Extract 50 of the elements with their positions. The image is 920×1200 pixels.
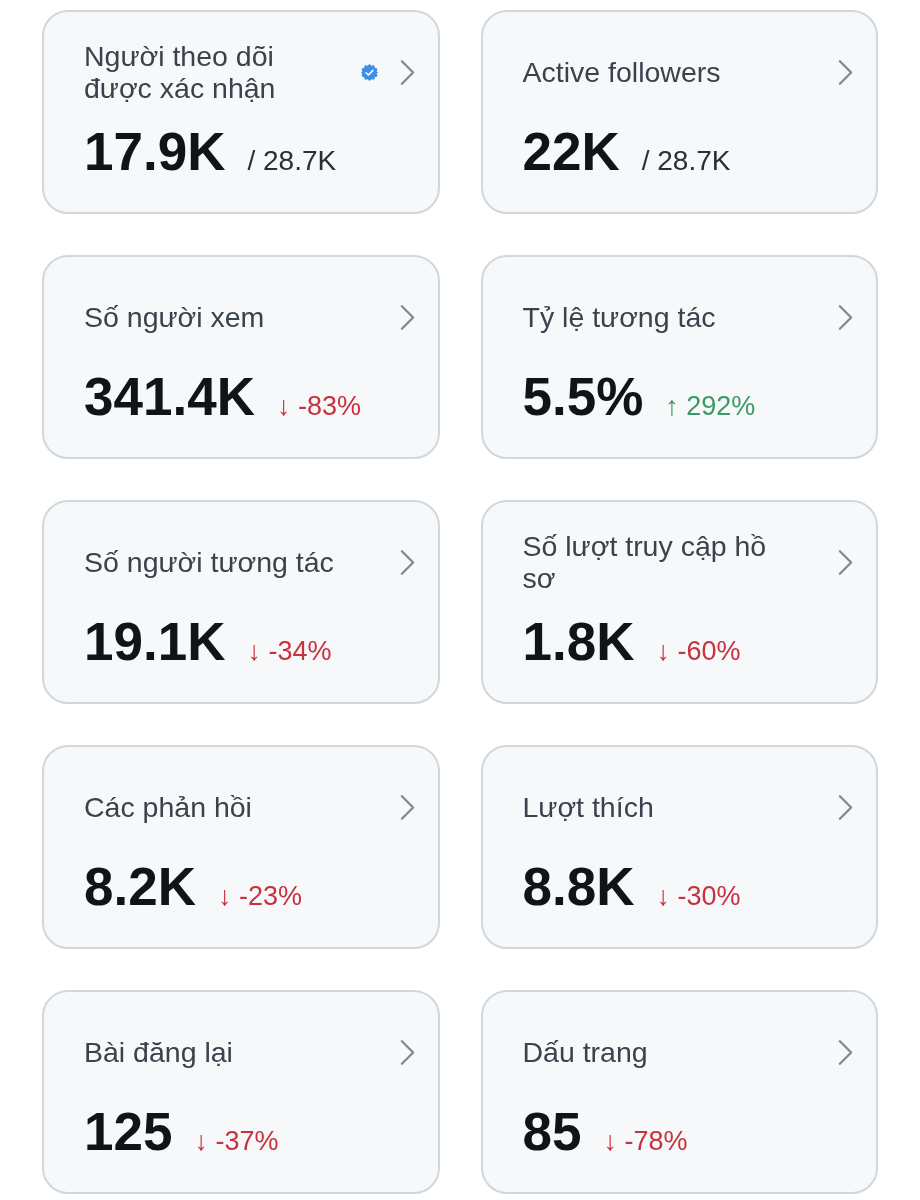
stat-value: 1.8K (522, 612, 635, 672)
stat-title: Dấu trang (522, 1036, 648, 1068)
stat-card[interactable]: Số lượt truy cập hồ sơ 1.8K ↓ -60% (480, 500, 878, 704)
stat-value: 22K (522, 122, 620, 182)
stat-card[interactable]: Bài đăng lại 125 ↓ -37% (42, 990, 440, 1194)
chevron-right-icon (838, 548, 853, 576)
stat-card[interactable]: Số người xem 341.4K ↓ -83% (42, 255, 440, 459)
stat-title: Số người tương tác (84, 546, 334, 578)
stat-title: Người theo dõi được xác nhận (84, 40, 277, 104)
stat-title: Lượt thích (522, 791, 654, 823)
stat-value: 17.9K (84, 122, 226, 182)
stat-card[interactable]: Người theo dõi được xác nhận 17.9K / 28.7K (42, 10, 440, 214)
stat-change: ↓ -60% (656, 636, 741, 667)
chevron-right-icon (838, 58, 853, 86)
stat-card[interactable]: Dấu trang 85 ↓ -78% (480, 990, 878, 1194)
stat-value: 85 (522, 1102, 582, 1162)
stat-card[interactable]: Active followers 22K / 28.7K (480, 10, 878, 214)
chevron-right-icon (399, 548, 415, 576)
stat-change: ↓ -34% (247, 636, 332, 667)
stat-title: Tỷ lệ tương tác (522, 301, 716, 333)
stat-change: ↓ -83% (276, 391, 361, 422)
stat-title: Active followers (522, 56, 721, 88)
stat-total: / 28.7K (641, 145, 731, 177)
stat-total: / 28.7K (247, 145, 337, 177)
stat-value: 8.8K (522, 857, 635, 917)
chevron-right-icon (838, 1038, 853, 1066)
stat-value: 125 (84, 1102, 173, 1162)
stat-value: 5.5% (522, 367, 644, 427)
stat-title: Các phản hồi (84, 791, 252, 823)
chevron-right-icon (838, 303, 853, 331)
stat-value: 8.2K (84, 857, 196, 917)
stat-change: ↓ -37% (194, 1126, 279, 1157)
chevron-right-icon (399, 303, 415, 331)
stat-title: Số người xem (84, 301, 265, 333)
chevron-right-icon (399, 58, 415, 86)
stat-card[interactable]: Số người tương tác 19.1K ↓ -34% (42, 500, 440, 704)
stat-change: ↓ -78% (603, 1126, 688, 1157)
stat-change: ↑ 292% (665, 391, 756, 422)
stat-card[interactable]: Tỷ lệ tương tác 5.5% ↑ 292% (480, 255, 878, 459)
stat-value: 341.4K (84, 367, 255, 427)
chevron-right-icon (399, 793, 415, 821)
stat-value: 19.1K (84, 612, 226, 672)
chevron-right-icon (399, 1038, 415, 1066)
chevron-right-icon (838, 793, 853, 821)
stat-change: ↓ -23% (217, 881, 302, 912)
stat-card[interactable]: Các phản hồi 8.2K ↓ -23% (42, 745, 440, 949)
stat-change: ↓ -30% (656, 881, 741, 912)
stat-card[interactable]: Lượt thích 8.8K ↓ -30% (480, 745, 878, 949)
stat-title: Số lượt truy cập hồ sơ (522, 530, 768, 594)
stat-title: Bài đăng lại (84, 1036, 233, 1068)
